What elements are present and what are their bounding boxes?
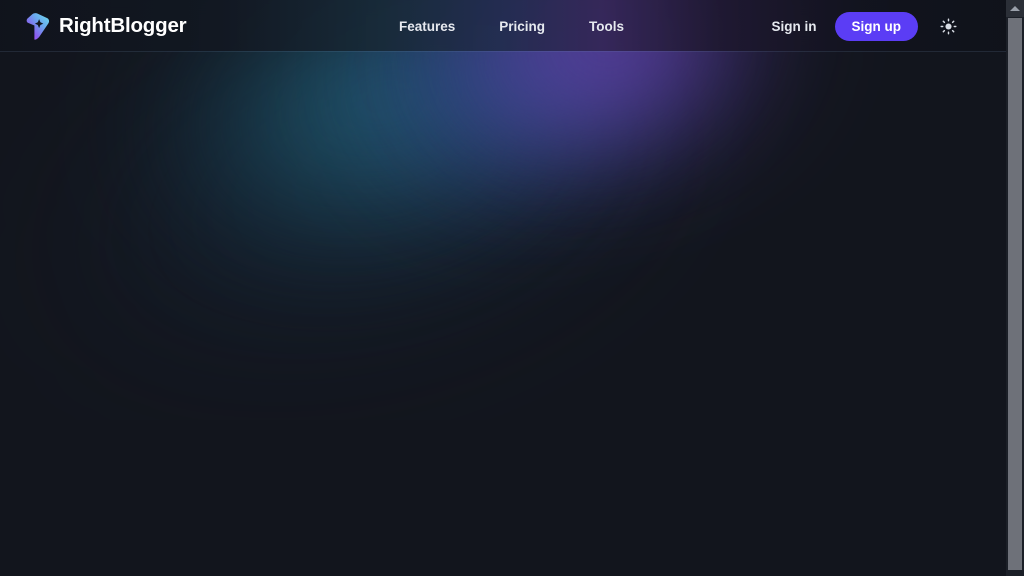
sign-up-button[interactable]: Sign up — [834, 11, 918, 41]
theme-toggle-button[interactable] — [936, 14, 960, 38]
nav-item-tools[interactable]: Tools — [589, 19, 624, 34]
vertical-scrollbar[interactable] — [1006, 0, 1024, 576]
site-header: RightBlogger Features Pricing Tools Sign… — [0, 0, 1006, 52]
header-actions: Sign in Sign up — [770, 0, 961, 52]
nav-item-pricing[interactable]: Pricing — [499, 19, 545, 34]
brand-name: RightBlogger — [59, 14, 187, 37]
primary-nav: Features Pricing Tools — [399, 0, 624, 52]
sun-icon — [939, 17, 957, 35]
rightblogger-gem-icon — [26, 12, 50, 40]
page-viewport: RightBlogger Features Pricing Tools Sign… — [0, 0, 1006, 576]
scrollbar-up-button[interactable] — [1006, 0, 1024, 17]
nav-item-features[interactable]: Features — [399, 19, 455, 34]
header-inner: RightBlogger Features Pricing Tools Sign… — [0, 0, 1006, 52]
main-content-stage — [0, 52, 1006, 576]
sign-in-link[interactable]: Sign in — [770, 15, 819, 38]
scrollbar-thumb[interactable] — [1008, 18, 1022, 570]
browser-page: RightBlogger Features Pricing Tools Sign… — [0, 0, 1024, 576]
triangle-up-icon — [1010, 6, 1020, 11]
brand-logo-link[interactable]: RightBlogger — [26, 0, 187, 52]
